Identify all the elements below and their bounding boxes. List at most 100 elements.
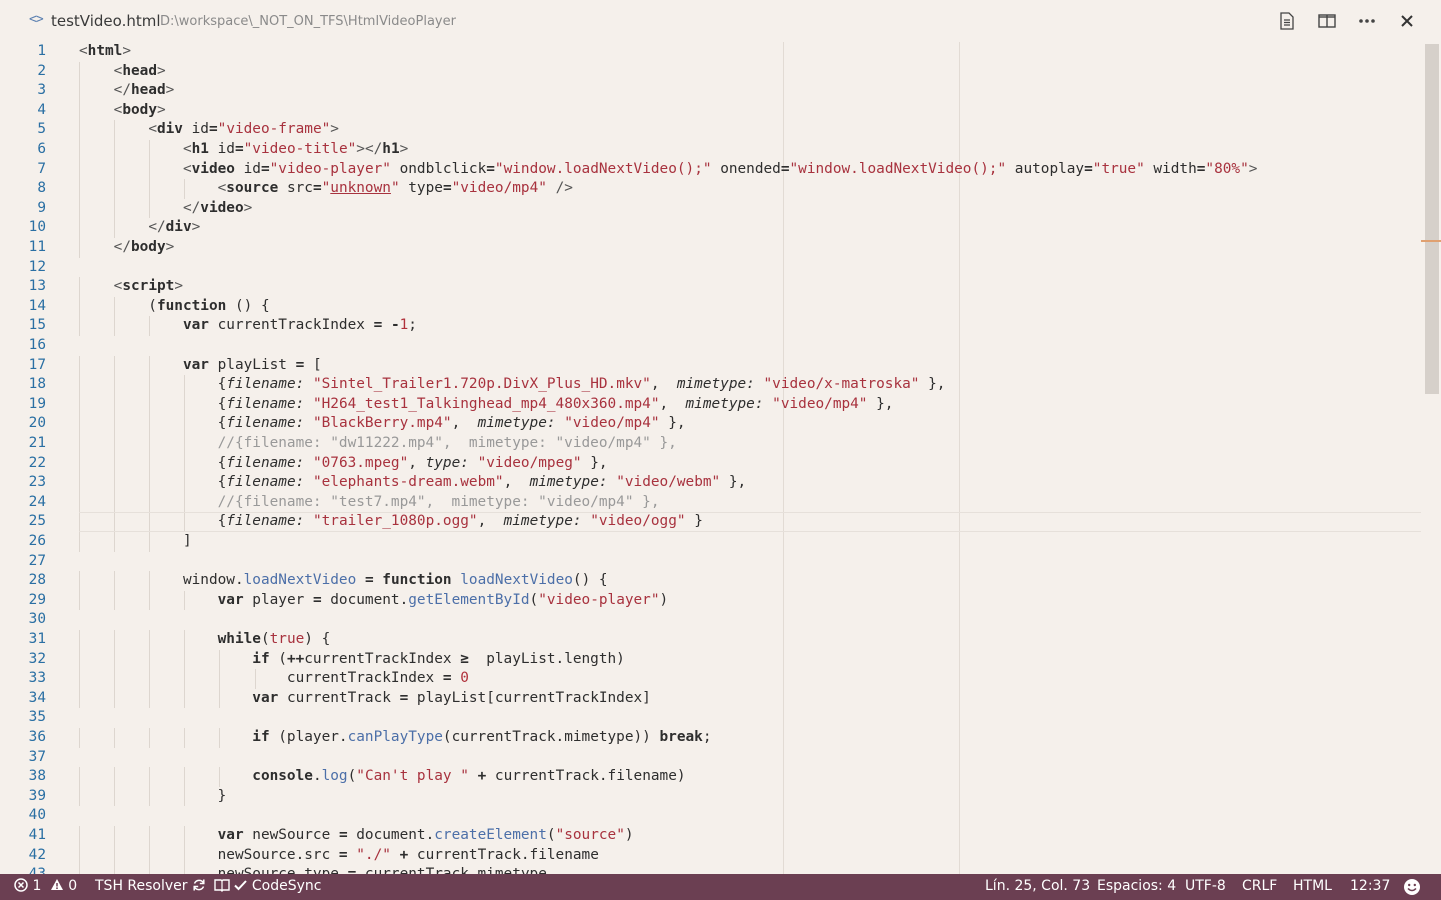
code-line[interactable]: </head> — [79, 81, 175, 101]
line-number: 24 — [28, 493, 46, 510]
encoding[interactable]: UTF-8 — [1185, 878, 1226, 894]
line-number: 20 — [28, 415, 46, 432]
code-line[interactable]: {filename: "trailer_1080p.ogg", mimetype… — [79, 512, 703, 532]
tsh-resolver[interactable]: TSH Resolver — [95, 878, 206, 894]
tab-filename[interactable]: testVideo.html — [51, 12, 161, 30]
code-line[interactable]: newSource.type = currentTrack.mimetype — [79, 865, 547, 874]
line-number: 39 — [28, 787, 46, 804]
editor-actions — [1267, 8, 1427, 34]
scrollbar-thumb[interactable] — [1425, 44, 1439, 394]
line-number: 29 — [28, 591, 46, 608]
code-line[interactable]: var player = document.getElementById("vi… — [79, 591, 669, 611]
code-line[interactable]: {filename: "H264_test1_Talkinghead_mp4_4… — [79, 395, 894, 415]
vertical-scrollbar[interactable] — [1425, 42, 1441, 874]
error-count: 1 — [32, 878, 42, 894]
line-number: 27 — [28, 552, 46, 569]
line-number: 14 — [28, 297, 46, 314]
codesync[interactable]: CodeSync — [214, 878, 322, 894]
open-preview-icon[interactable] — [1267, 8, 1307, 34]
code-line[interactable]: newSource.src = "./" + currentTrack.file… — [79, 846, 599, 866]
close-icon[interactable] — [1387, 8, 1427, 34]
code-line[interactable]: currentTrackIndex = 0 — [79, 669, 469, 689]
status-bar: 1 0 TSH Resolver CodeSync Lín. 25, Col. … — [0, 874, 1441, 900]
line-number: 1 — [37, 43, 46, 59]
feedback-smiley-icon[interactable] — [1403, 878, 1421, 900]
line-number: 34 — [28, 689, 46, 706]
line-number: 5 — [37, 121, 46, 138]
more-actions-icon[interactable] — [1347, 8, 1387, 34]
code-line[interactable]: } — [79, 787, 227, 807]
line-number: 9 — [37, 199, 46, 216]
code-line[interactable]: var currentTrackIndex = -1; — [79, 316, 417, 336]
html-file-icon: <> — [29, 12, 44, 27]
line-number: 31 — [28, 631, 46, 647]
code-line[interactable]: <body> — [79, 101, 166, 121]
line-number: 43 — [0, 865, 46, 874]
code-line[interactable]: {filename: "BlackBerry.mp4", mimetype: "… — [79, 414, 686, 434]
line-number: 38 — [28, 768, 46, 785]
line-number: 8 — [37, 180, 46, 197]
line-number: 12 — [28, 258, 46, 275]
cursor-position[interactable]: Lín. 25, Col. 73 — [985, 878, 1090, 894]
code-line[interactable]: <h1 id="video-title"></h1> — [79, 140, 408, 160]
line-number: 30 — [28, 611, 46, 628]
code-line[interactable]: <script> — [79, 277, 183, 297]
code-line[interactable]: <video id="video-player" ondblclick="win… — [79, 160, 1257, 180]
line-number: 6 — [37, 141, 46, 157]
book-icon — [214, 879, 230, 892]
check-icon — [234, 880, 248, 891]
line-number: 22 — [28, 454, 46, 471]
line-number: 37 — [28, 748, 46, 765]
line-number: 16 — [28, 337, 46, 353]
problems-indicator[interactable]: 1 0 — [14, 878, 77, 894]
line-number: 7 — [37, 160, 46, 177]
code-line[interactable]: if (++currentTrackIndex ≥ playList.lengt… — [79, 650, 625, 670]
line-number: 3 — [37, 82, 46, 99]
file-path: D:\workspace\_NOT_ON_TFS\HtmlVideoPlayer — [160, 14, 456, 29]
code-editor[interactable]: 1 2 3 4 5 6 7 8 9 10 11 12 13 14 15 16 17 18 19 20 21 22 23 24 2… — [0, 42, 1441, 874]
code-line[interactable]: var currentTrack = playList[currentTrack… — [79, 689, 651, 709]
indentation[interactable]: Espacios: 4 — [1097, 878, 1176, 894]
code-line[interactable]: </div> — [79, 218, 200, 238]
code-line[interactable]: <source src="unknown" type="video/mp4" /… — [79, 179, 573, 199]
line-ending[interactable]: CRLF — [1242, 878, 1277, 894]
code-line[interactable]: console.log("Can't play " + currentTrack… — [79, 767, 685, 787]
line-number: 2 — [37, 62, 46, 79]
line-number: 19 — [28, 395, 46, 412]
code-line[interactable]: </video> — [79, 199, 252, 219]
code-line[interactable]: <head> — [79, 62, 166, 82]
sync-icon — [193, 879, 205, 891]
overview-ruler-marker — [1421, 240, 1441, 242]
line-number: 4 — [37, 101, 46, 118]
code-line[interactable]: {filename: "elephants-dream.webm", mimet… — [79, 473, 747, 493]
code-line[interactable]: <html> — [79, 42, 131, 62]
clock: 12:37 — [1350, 878, 1391, 894]
warning-count: 0 — [68, 878, 78, 894]
line-number: 10 — [28, 219, 46, 236]
code-line[interactable]: //{filename: "dw11222.mp4", mimetype: "v… — [79, 434, 677, 454]
line-number: 42 — [28, 846, 46, 863]
code-line[interactable]: {filename: "Sintel_Trailer1.720p.DivX_Pl… — [79, 375, 946, 395]
line-number: 13 — [28, 278, 46, 295]
code-line[interactable]: {filename: "0763.mpeg", type: "video/mpe… — [79, 454, 608, 474]
code-line[interactable]: while(true) { — [79, 630, 331, 650]
line-number: 21 — [28, 435, 46, 451]
line-number: 11 — [28, 239, 46, 255]
split-editor-icon[interactable] — [1307, 8, 1347, 34]
line-number: 25 — [28, 513, 46, 530]
code-line[interactable]: window.loadNextVideo = function loadNext… — [79, 571, 608, 591]
code-line[interactable]: <div id="video-frame"> — [79, 120, 339, 140]
code-line[interactable]: (function () { — [79, 297, 269, 317]
editor-tab-header: <> testVideo.html D:\workspace\_NOT_ON_T… — [0, 0, 1441, 42]
code-line[interactable]: </body> — [79, 238, 175, 258]
error-icon — [14, 878, 28, 892]
code-line[interactable]: //{filename: "test7.mp4", mimetype: "vid… — [79, 493, 660, 513]
warning-icon — [50, 879, 63, 890]
line-number: 15 — [28, 317, 46, 334]
code-line[interactable]: var playList = [ — [79, 356, 322, 376]
line-number: 32 — [28, 650, 46, 667]
code-line[interactable]: ] — [79, 532, 192, 552]
code-line[interactable]: var newSource = document.createElement("… — [79, 826, 634, 846]
language-mode[interactable]: HTML — [1293, 878, 1332, 894]
code-line[interactable]: if (player.canPlayType(currentTrack.mime… — [79, 728, 711, 748]
